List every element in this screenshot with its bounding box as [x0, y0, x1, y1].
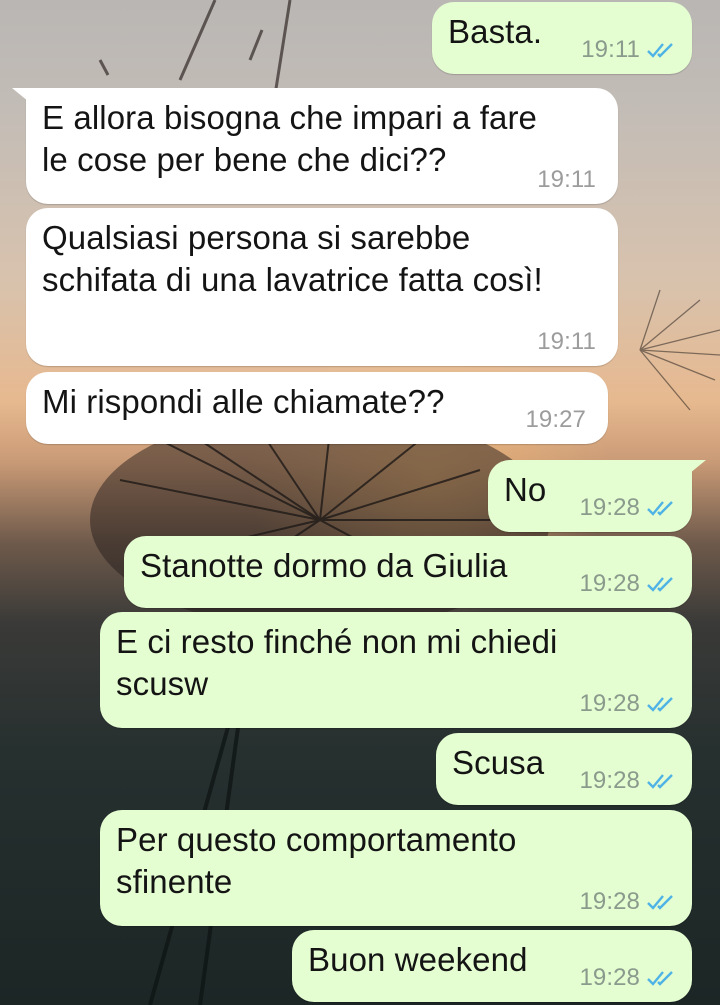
read-ticks-icon: [647, 43, 673, 58]
bubble-tail: [12, 88, 34, 106]
read-ticks-icon: [647, 697, 673, 712]
bubble-tail: [684, 2, 706, 20]
message-text: Stanotte dormo da Giulia: [140, 547, 508, 584]
bubble-tail: [684, 460, 706, 478]
read-ticks-icon: [647, 895, 673, 910]
read-ticks-icon: [647, 971, 673, 986]
message-bubble-outgoing[interactable]: E ci resto finché non mi chiedi scusw 19…: [100, 612, 692, 728]
message-text: Qualsiasi persona si sarebbe schifata di…: [42, 219, 543, 298]
read-ticks-icon: [647, 577, 673, 592]
message-text: Per questo comportamento sfinente: [116, 821, 517, 900]
message-text: E ci resto finché non mi chiedi scusw: [116, 623, 558, 702]
message-time: 19:27: [525, 406, 586, 433]
message-time: 19:28: [579, 888, 640, 915]
message-bubble-incoming[interactable]: E allora bisogna che impari a fare le co…: [12, 88, 618, 204]
message-bubble-outgoing[interactable]: Scusa 19:28: [436, 733, 692, 805]
message-text: Buon weekend: [308, 941, 528, 978]
chat-message-list[interactable]: Basta. 19:11 E allora bisogna che impari…: [0, 0, 720, 1005]
message-bubble-outgoing[interactable]: Basta. 19:11: [432, 2, 692, 74]
message-bubble-outgoing[interactable]: Buon weekend 19:28: [292, 930, 692, 1002]
message-time: 19:28: [579, 767, 640, 794]
message-bubble-incoming[interactable]: Qualsiasi persona si sarebbe schifata di…: [26, 208, 618, 366]
message-bubble-outgoing[interactable]: No 19:28: [488, 460, 706, 532]
message-text: E allora bisogna che impari a fare le co…: [42, 99, 537, 178]
message-text: Mi rispondi alle chiamate??: [42, 383, 445, 420]
message-time: 19:28: [579, 690, 640, 717]
message-text: Basta.: [448, 13, 543, 50]
message-time: 19:28: [579, 964, 640, 991]
read-ticks-icon: [647, 501, 673, 516]
read-ticks-icon: [647, 774, 673, 789]
message-text: Scusa: [452, 744, 545, 781]
message-time: 19:11: [581, 36, 640, 63]
message-time: 19:11: [537, 328, 596, 355]
message-bubble-incoming[interactable]: Mi rispondi alle chiamate?? 19:27: [26, 372, 608, 444]
message-text: No: [504, 471, 547, 508]
message-bubble-outgoing[interactable]: Stanotte dormo da Giulia 19:28: [124, 536, 692, 608]
message-time: 19:28: [579, 494, 640, 521]
message-time: 19:28: [579, 570, 640, 597]
message-bubble-outgoing[interactable]: Per questo comportamento sfinente 19:28: [100, 810, 692, 926]
message-time: 19:11: [537, 166, 596, 193]
